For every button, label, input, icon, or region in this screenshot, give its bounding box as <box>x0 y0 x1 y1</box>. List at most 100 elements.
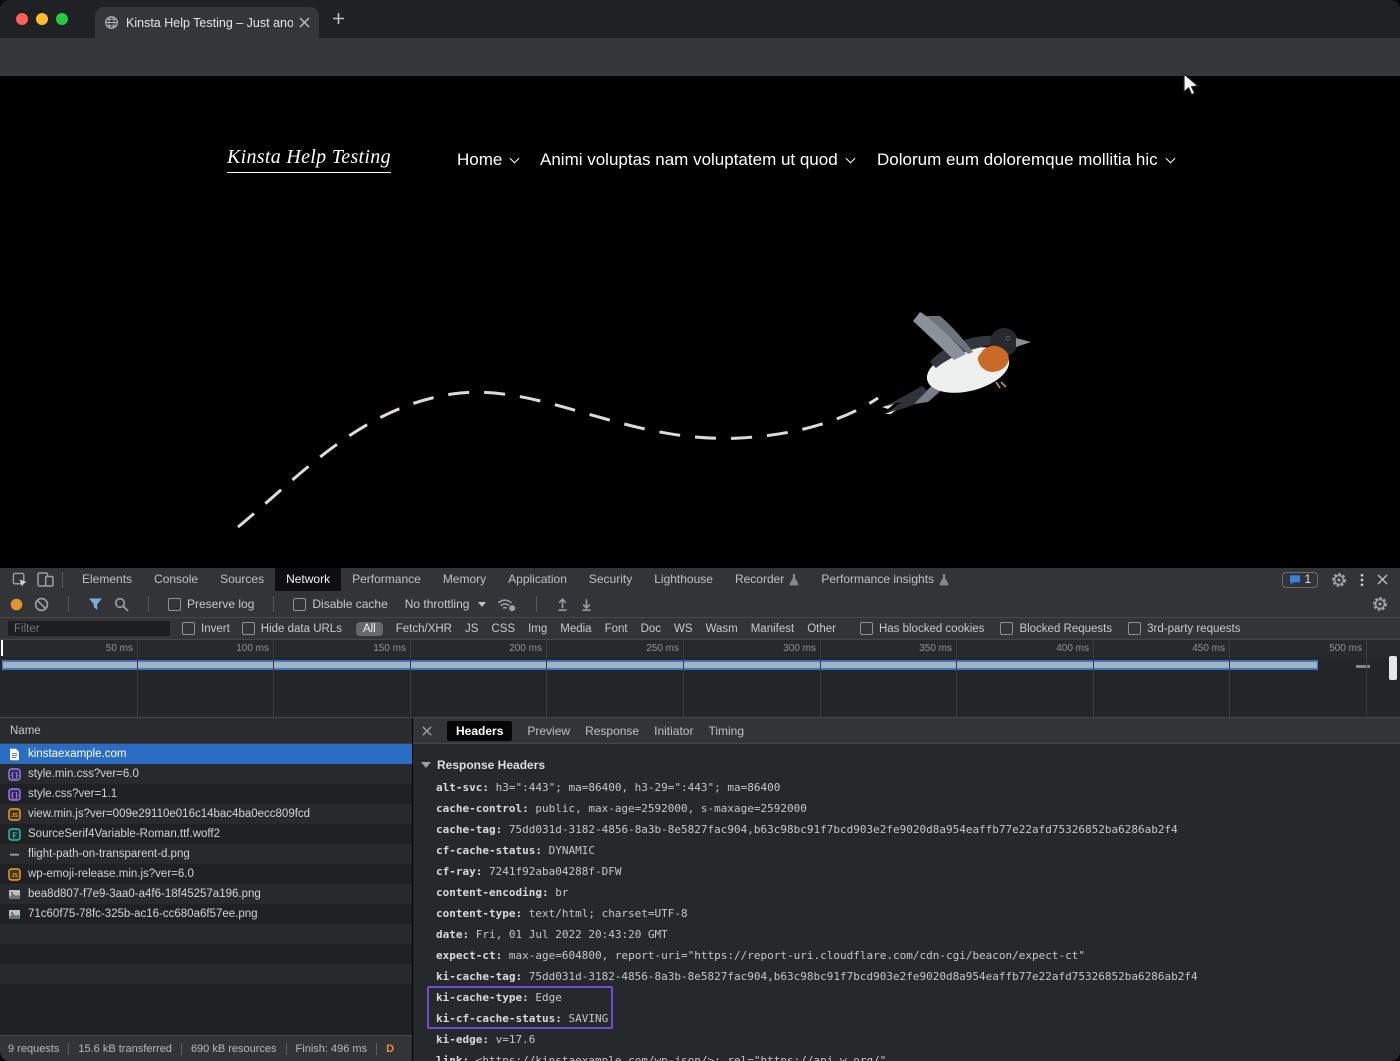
preserve-log-checkbox[interactable]: Preserve log <box>168 597 254 611</box>
site-logo-link[interactable]: Kinsta Help Testing <box>227 146 391 173</box>
filter-type-manifest[interactable]: Manifest <box>751 623 794 635</box>
tab-performance-insights[interactable]: Performance insights <box>810 568 960 591</box>
browser-tab[interactable]: Kinsta Help Testing – Just anot <box>95 7 319 38</box>
record-button[interactable] <box>10 598 23 611</box>
request-name: bea8d807-f7e9-3aa0-a4f6-18f45257a196.png <box>28 888 261 900</box>
tab-sources[interactable]: Sources <box>209 568 275 591</box>
filter-type-fetchxhr[interactable]: Fetch/XHR <box>396 623 452 635</box>
checkbox-box <box>242 622 255 635</box>
network-conditions-icon[interactable] <box>497 597 517 612</box>
detail-tab-preview[interactable]: Preview <box>527 724 570 738</box>
response-headers-section[interactable]: Response Headers <box>421 758 545 772</box>
tab-memory[interactable]: Memory <box>432 568 497 591</box>
tab-close-icon[interactable] <box>299 17 310 28</box>
toggle-label: 3rd-party requests <box>1147 623 1240 635</box>
column-header-name[interactable]: Name <box>0 718 412 744</box>
request-row[interactable]: JSview.min.js?ver=009e29110e016c14bac4ba… <box>0 804 412 824</box>
nav-item[interactable]: Dolorum eum doloremque mollitia hic <box>877 150 1174 170</box>
toggle-blocked-requests[interactable]: Blocked Requests <box>1000 622 1112 635</box>
disable-cache-label: Disable cache <box>312 597 387 611</box>
waterfall-overview[interactable] <box>0 658 1400 718</box>
network-settings-gear-icon[interactable] <box>1372 596 1388 612</box>
devtools-menu-icon[interactable] <box>1360 572 1364 588</box>
tab-performance[interactable]: Performance <box>341 568 432 591</box>
tab-recorder[interactable]: Recorder <box>724 568 810 591</box>
import-har-icon[interactable] <box>556 597 569 612</box>
filter-type-font[interactable]: Font <box>605 623 628 635</box>
search-icon[interactable] <box>114 597 129 612</box>
status-separator <box>181 1043 182 1055</box>
timeline-tick-label: 50 ms <box>106 643 137 654</box>
tab-application[interactable]: Application <box>497 568 578 591</box>
minimize-window-button[interactable] <box>36 13 48 25</box>
timeline-tick-label: 300 ms <box>783 643 820 654</box>
disable-cache-checkbox[interactable]: Disable cache <box>293 597 387 611</box>
header-value: 75dd031d-3182-4856-8a3b-8e5827fac904,b63… <box>509 823 1178 836</box>
tab-console[interactable]: Console <box>143 568 209 591</box>
timeline-tick-label: 400 ms <box>1056 643 1093 654</box>
header-line-cf-ray: cf-ray: 7241f92aba04288f-DFW <box>413 861 1400 882</box>
request-row[interactable]: {}style.min.css?ver=6.0 <box>0 764 412 784</box>
timeline-tick-label: 350 ms <box>919 643 956 654</box>
detail-tab-headers[interactable]: Headers <box>447 721 512 741</box>
request-row[interactable]: {}style.css?ver=1.1 <box>0 784 412 804</box>
filter-type-media[interactable]: Media <box>560 623 591 635</box>
filter-input[interactable] <box>8 621 170 636</box>
header-value: 75dd031d-3182-4856-8a3b-8e5827fac904,b63… <box>529 970 1198 983</box>
nav-item[interactable]: Animi voluptas nam voluptatem ut quod <box>540 150 854 170</box>
request-row[interactable]: flight-path-on-transparent-d.png <box>0 844 412 864</box>
filter-funnel-icon[interactable] <box>88 597 103 611</box>
filter-type-all[interactable]: All <box>356 622 383 636</box>
detail-close-icon[interactable] <box>422 726 432 736</box>
request-row[interactable]: bea8d807-f7e9-3aa0-a4f6-18f45257a196.png <box>0 884 412 904</box>
devtools-settings-gear-icon[interactable] <box>1331 572 1347 588</box>
tab-security[interactable]: Security <box>578 568 643 591</box>
toggle-has-blocked-cookies[interactable]: Has blocked cookies <box>860 622 984 635</box>
request-name: style.css?ver=1.1 <box>28 788 117 800</box>
throttling-dropdown[interactable]: No throttling <box>405 597 487 611</box>
request-row[interactable]: FSourceSerif4Variable-Roman.ttf.woff2 <box>0 824 412 844</box>
svg-text:F: F <box>12 830 16 839</box>
timeline-gridline <box>956 658 957 717</box>
request-row[interactable]: kinstaexample.com <box>0 744 412 764</box>
toggle-3rd-party-requests[interactable]: 3rd-party requests <box>1128 622 1240 635</box>
checkbox-box <box>293 598 306 611</box>
filter-type-wasm[interactable]: Wasm <box>706 623 738 635</box>
devtools-close-icon[interactable] <box>1377 574 1388 585</box>
filter-type-doc[interactable]: Doc <box>641 623 661 635</box>
hide-data-urls-checkbox[interactable]: Hide data URLs <box>242 622 342 635</box>
filter-type-other[interactable]: Other <box>807 623 836 635</box>
header-value: h3=":443"; ma=86400, h3-29=":443"; ma=86… <box>496 781 781 794</box>
filter-type-css[interactable]: CSS <box>491 623 515 635</box>
tab-network[interactable]: Network <box>275 568 341 591</box>
request-row[interactable]: JSwp-emoji-release.min.js?ver=6.0 <box>0 864 412 884</box>
clear-button[interactable] <box>34 597 49 612</box>
zoom-window-button[interactable] <box>56 13 68 25</box>
device-toolbar-icon[interactable] <box>37 572 54 587</box>
overview-handle[interactable] <box>1356 665 1370 668</box>
filter-type-js[interactable]: JS <box>465 623 478 635</box>
experiment-flask-icon <box>939 573 949 586</box>
new-tab-button[interactable] <box>332 12 345 30</box>
invert-checkbox[interactable]: Invert <box>182 622 230 635</box>
nav-item[interactable]: Home <box>457 150 518 170</box>
close-window-button[interactable] <box>16 13 28 25</box>
filter-type-img[interactable]: Img <box>528 623 547 635</box>
header-line-ki-cf-cache-status: ki-cf-cache-status: SAVING <box>413 1008 1400 1029</box>
overview-scroll-thumb[interactable] <box>1389 656 1397 680</box>
timeline-tick-label: 450 ms <box>1192 643 1229 654</box>
timeline-ruler: 50 ms100 ms150 ms200 ms250 ms300 ms350 m… <box>0 640 1400 658</box>
detail-tab-response[interactable]: Response <box>585 724 639 738</box>
request-row[interactable]: 71c60f75-78fc-325b-ac16-cc680a6f57ee.png <box>0 904 412 924</box>
export-har-icon[interactable] <box>580 597 593 612</box>
checkbox-box <box>1128 622 1141 635</box>
detail-tab-initiator[interactable]: Initiator <box>654 724 693 738</box>
tab-elements[interactable]: Elements <box>71 568 143 591</box>
issues-badge[interactable]: 1 <box>1282 572 1318 588</box>
timeline-tick-label: 500 ms <box>1329 643 1366 654</box>
filter-type-ws[interactable]: WS <box>674 623 693 635</box>
inspect-element-icon[interactable] <box>12 572 28 588</box>
detail-tab-timing[interactable]: Timing <box>708 724 744 738</box>
tab-label: Network <box>286 568 330 591</box>
tab-lighthouse[interactable]: Lighthouse <box>643 568 724 591</box>
